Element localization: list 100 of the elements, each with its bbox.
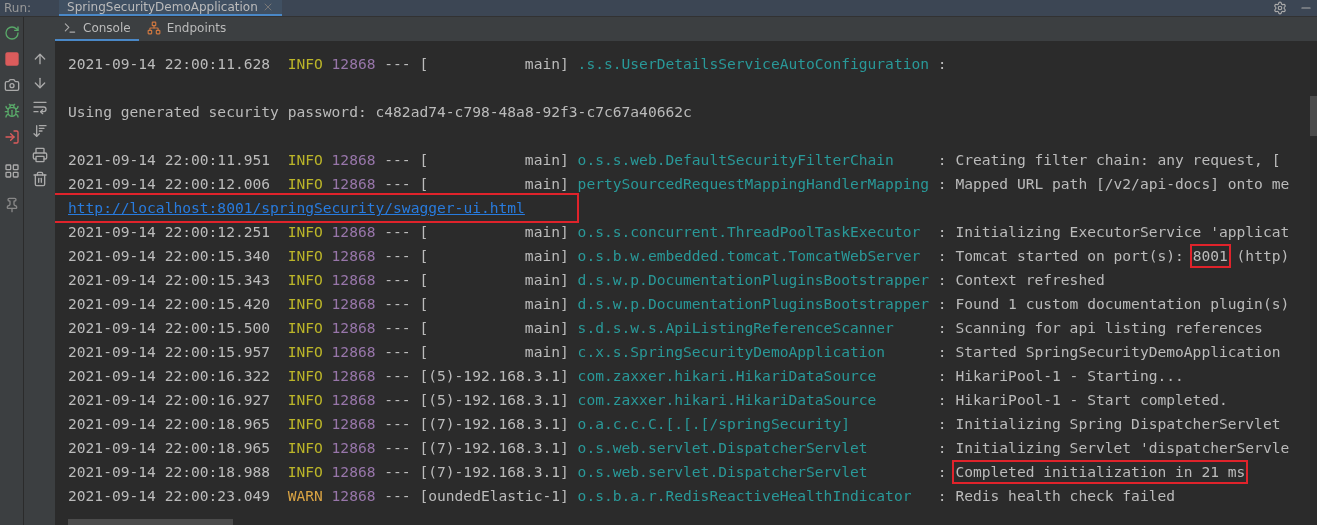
log-level: INFO	[287, 150, 323, 171]
log-level: WARN	[287, 486, 323, 507]
separator-text: ---	[384, 174, 411, 195]
log-message: : Initializing Servlet 'dispatcherServle	[937, 438, 1290, 459]
log-message: : HikariPool-1 - Starting...	[937, 366, 1184, 387]
log-level: INFO	[287, 270, 323, 291]
logger-name: c.x.s.SpringSecurityDemoApplication	[577, 343, 886, 361]
log-message: : Started SpringSecurityDemoApplication	[937, 342, 1281, 363]
process-id: 12868	[331, 414, 376, 435]
log-message: : Context refreshed	[937, 270, 1105, 291]
logger-name: o.s.web.servlet.DispatcherServlet	[577, 463, 868, 481]
thread-name: [ main]	[419, 150, 569, 171]
thread-name: [(5)-192.168.3.1]	[419, 366, 569, 387]
process-id: 12868	[331, 318, 376, 339]
timestamp: 2021-09-14 22:00:15.500	[68, 318, 271, 339]
process-id: 12868	[331, 462, 376, 483]
log-message: : Redis health check failed	[937, 486, 1176, 507]
logger-name: pertySourcedRequestMappingHandlerMapping	[577, 175, 930, 193]
logger-name: com.zaxxer.hikari.HikariDataSource	[577, 367, 877, 385]
separator-text: ---	[384, 294, 411, 315]
highlighted-text: 8001	[1190, 245, 1230, 267]
log-level: INFO	[287, 462, 323, 483]
process-id: 12868	[331, 174, 376, 195]
timestamp: 2021-09-14 22:00:23.049	[68, 486, 271, 507]
log-level: INFO	[287, 438, 323, 459]
logger-name: s.d.s.w.s.ApiListingReferenceScanner	[577, 319, 894, 337]
log-text: Using generated security password: c482ad74-c798-48a8-92f3-c7c67a40662c	[68, 102, 692, 123]
log-message: : HikariPool-1 - Start completed.	[937, 390, 1228, 411]
camera-icon[interactable]	[3, 77, 20, 93]
thread-name: [ main]	[419, 318, 569, 339]
separator-text: ---	[384, 414, 411, 435]
panel-tab[interactable]: Endpoints	[138, 17, 235, 41]
log-level: INFO	[287, 294, 323, 315]
process-id: 12868	[331, 294, 376, 315]
log-message: : Initializing ExecutorService 'applicat	[937, 222, 1290, 243]
timestamp: 2021-09-14 22:00:15.420	[68, 294, 271, 315]
stop-icon[interactable]	[3, 51, 20, 67]
timestamp: 2021-09-14 22:00:12.251	[68, 222, 271, 243]
log-message: : Found 1 custom documentation plugin(s)	[937, 294, 1290, 315]
process-id: 12868	[331, 246, 376, 267]
thread-name: [ main]	[419, 174, 569, 195]
timestamp: 2021-09-14 22:00:15.340	[68, 246, 271, 267]
login-icon[interactable]	[3, 129, 20, 145]
process-id: 12868	[331, 438, 376, 459]
log-message: (http)	[1235, 246, 1290, 267]
log-message: : Initializing Spring DispatcherServlet	[937, 414, 1281, 435]
panel-tab[interactable]: Console	[55, 17, 139, 41]
settings-icon[interactable]	[1273, 1, 1287, 15]
log-level: INFO	[287, 390, 323, 411]
logger-name: o.s.web.servlet.DispatcherServlet	[577, 439, 868, 457]
separator-text: ---	[384, 366, 411, 387]
logger-name: d.s.w.p.DocumentationPluginsBootstrapper	[577, 295, 930, 313]
layout-icon[interactable]	[3, 163, 20, 179]
process-id: 12868	[331, 270, 376, 291]
thread-name: [(7)-192.168.3.1]	[419, 414, 569, 435]
thread-name: [(7)-192.168.3.1]	[419, 462, 569, 483]
sort-icon[interactable]	[31, 123, 48, 139]
timestamp: 2021-09-14 22:00:15.957	[68, 342, 271, 363]
separator-text: ---	[384, 150, 411, 171]
process-id: 12868	[331, 366, 376, 387]
timestamp: 2021-09-14 22:00:18.988	[68, 462, 271, 483]
run-label: Run:	[3, 1, 33, 16]
log-level: INFO	[287, 342, 323, 363]
process-id: 12868	[331, 342, 376, 363]
separator-text: ---	[384, 486, 411, 507]
log-message: : Mapped URL path [/v2/api-docs] onto me	[937, 174, 1290, 195]
log-level: INFO	[287, 366, 323, 387]
printer-icon[interactable]	[31, 147, 48, 163]
separator-text: ---	[384, 246, 411, 267]
terminal-icon	[63, 21, 77, 35]
thread-name: [ main]	[419, 294, 569, 315]
log-level: INFO	[287, 318, 323, 339]
nodes-icon	[146, 21, 161, 35]
log-message: : Tomcat started on port(s):	[937, 246, 1185, 267]
log-message: : Scanning for api listing references	[937, 318, 1263, 339]
rerun-icon[interactable]	[3, 25, 20, 41]
timestamp: 2021-09-14 22:00:16.927	[68, 390, 271, 411]
logger-name: d.s.w.p.DocumentationPluginsBootstrapper	[577, 271, 930, 289]
thread-name: [(5)-192.168.3.1]	[419, 390, 569, 411]
trash-icon[interactable]	[31, 171, 48, 187]
thread-name: [ main]	[419, 246, 569, 267]
url-link[interactable]: http://localhost:8001/springSecurity/swagger-ui.html	[55, 195, 577, 221]
bug-icon[interactable]	[3, 103, 20, 119]
separator-text: ---	[384, 390, 411, 411]
log-level: INFO	[287, 222, 323, 243]
scrollbar[interactable]	[68, 519, 233, 525]
timestamp: 2021-09-14 22:00:11.628	[68, 54, 271, 75]
log-level: INFO	[287, 414, 323, 435]
wrap-icon[interactable]	[31, 99, 48, 115]
timestamp: 2021-09-14 22:00:18.965	[68, 438, 271, 459]
timestamp: 2021-09-14 22:00:16.322	[68, 366, 271, 387]
log-level: INFO	[287, 246, 323, 267]
timestamp: 2021-09-14 22:00:15.343	[68, 270, 271, 291]
logger-name: com.zaxxer.hikari.HikariDataSource	[577, 391, 877, 409]
scrollbar[interactable]	[1310, 96, 1317, 136]
thread-name: [ main]	[419, 222, 569, 243]
logger-name: o.s.b.a.r.RedisReactiveHealthIndicator	[577, 487, 912, 505]
run-tab[interactable]: SpringSecurityDemoApplication	[59, 0, 282, 16]
separator-text: ---	[384, 438, 411, 459]
log-message: : Creating filter chain: any request, [	[937, 150, 1281, 171]
